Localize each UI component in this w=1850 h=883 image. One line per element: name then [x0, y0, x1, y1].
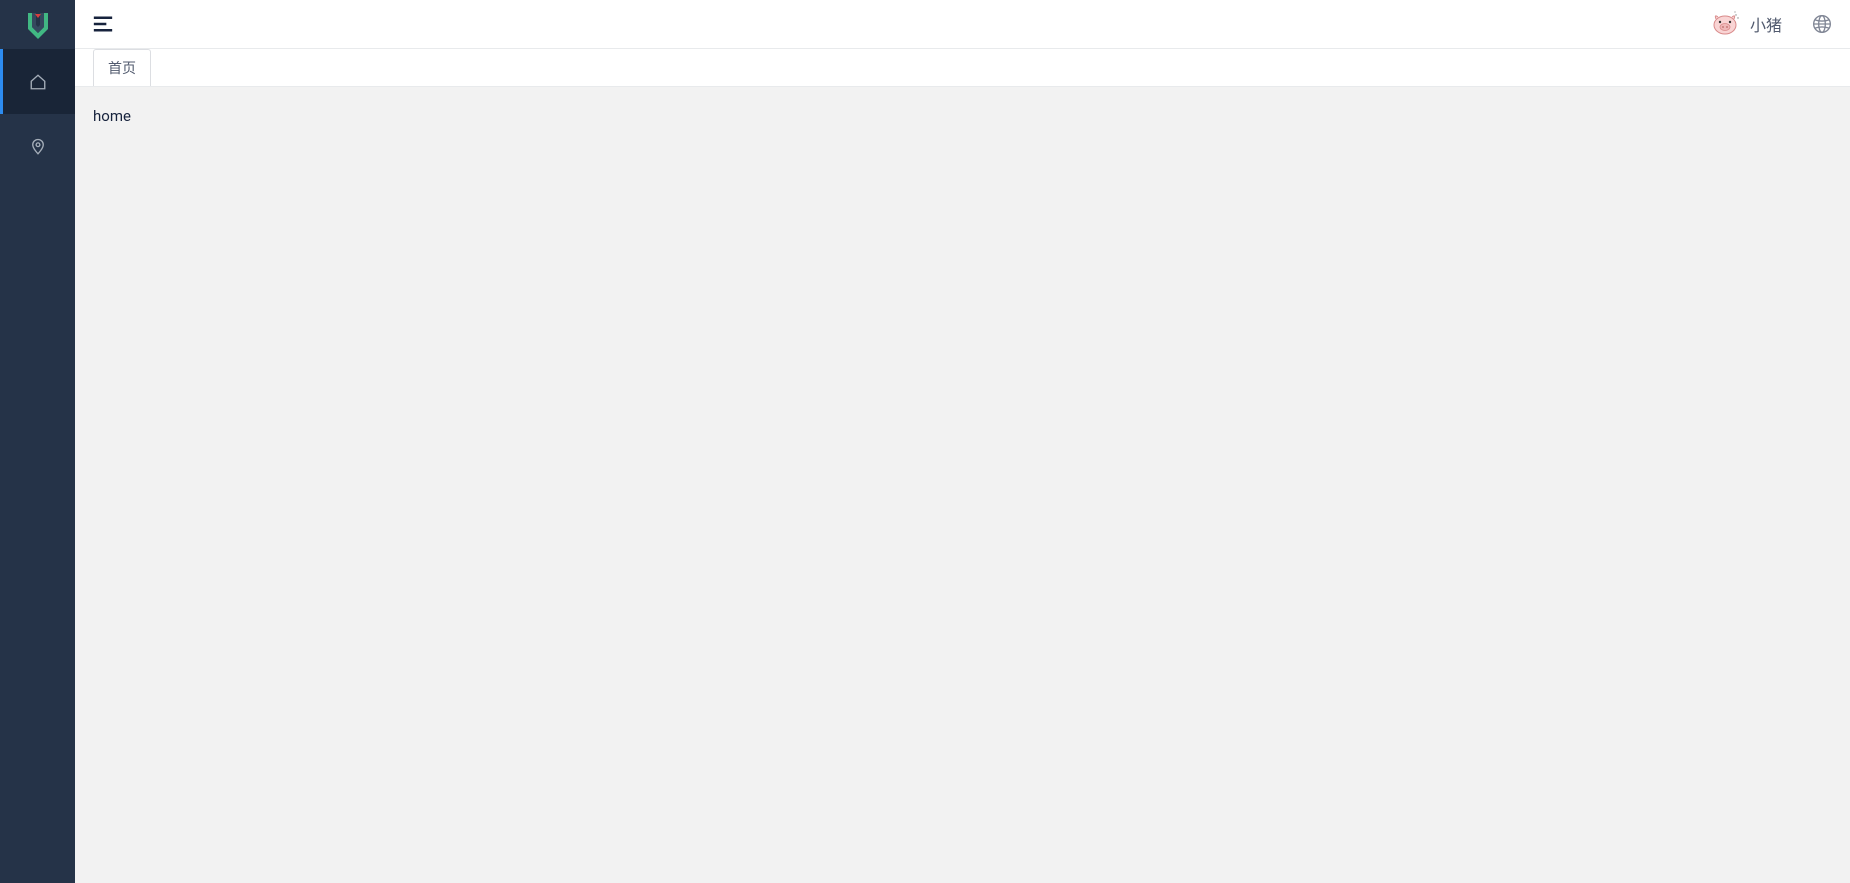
tab-label: 首页 — [108, 61, 136, 77]
globe-icon — [1812, 14, 1832, 34]
user-avatar[interactable]: 小猪 — [1710, 11, 1782, 37]
sidebar-item-location[interactable] — [0, 114, 75, 179]
content-area: home — [75, 87, 1850, 883]
pig-icon — [1710, 11, 1740, 37]
sidebar-logo[interactable] — [0, 0, 75, 49]
sidebar — [0, 0, 75, 883]
home-icon — [29, 73, 47, 91]
hamburger-icon — [93, 14, 113, 34]
language-button[interactable] — [1812, 14, 1832, 34]
username-label: 小猪 — [1750, 12, 1782, 36]
tab-home[interactable]: 首页 — [93, 49, 151, 86]
sidebar-item-home[interactable] — [0, 49, 75, 114]
logo-icon — [22, 9, 54, 41]
main: 小猪 首页 home — [75, 0, 1850, 883]
location-icon — [29, 138, 47, 156]
header: 小猪 — [75, 0, 1850, 49]
menu-toggle-button[interactable] — [93, 14, 113, 34]
content-text: home — [93, 107, 1832, 125]
avatar-image — [1710, 11, 1740, 37]
tabs-bar: 首页 — [75, 49, 1850, 87]
